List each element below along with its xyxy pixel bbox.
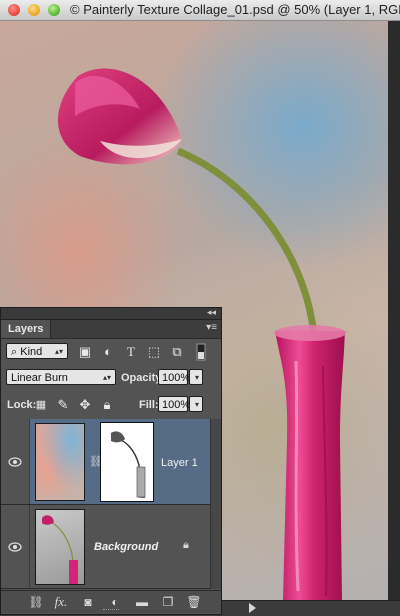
lock-label: Lock: [7, 399, 37, 411]
fx-icon[interactable]: fx. [53, 595, 69, 609]
panel-header-bar[interactable]: ◂◂ [1, 307, 221, 320]
delete-layer-icon[interactable]: 🗑︎ [186, 595, 202, 609]
adjustment-layer-icon[interactable]: ◐ [107, 595, 123, 609]
chevron-down-icon: ▾ [194, 373, 199, 382]
layers-scrollbar[interactable] [210, 419, 221, 589]
layers-panel: ◂◂ Layers ▾≡ ⌕ Kind ▴▾ ▣ ◐ T ⬚ ⧉ Linear … [0, 307, 222, 615]
search-icon: ⌕ [11, 346, 18, 358]
opacity-field[interactable]: 100% [158, 369, 191, 385]
layer-lock-icon: 🔒︎ [183, 539, 189, 551]
layers-panel-footer: ⛓︎ fx. ◙ ◐ ▬ ❐ 🗑︎ [1, 590, 221, 613]
chevron-updown-icon: ▴▾ [102, 373, 111, 382]
new-group-icon[interactable]: ▬ [134, 595, 150, 609]
blend-mode-value: Linear Burn [11, 372, 68, 384]
chevron-down-icon: ▾ [194, 400, 199, 409]
lock-image-icon[interactable]: ✎ [55, 397, 71, 413]
window-titlebar: © Painterly Texture Collage_01.psd @ 50%… [0, 0, 400, 21]
new-layer-icon[interactable]: ❐ [160, 595, 176, 609]
eye-icon[interactable] [8, 457, 22, 467]
kind-filter-select[interactable]: ⌕ Kind ▴▾ [6, 343, 68, 359]
adjustment-filter-icon[interactable]: ◐ [100, 344, 116, 360]
shape-filter-icon[interactable]: ⬚ [146, 344, 162, 360]
link-layers-icon[interactable]: ⛓︎ [28, 595, 44, 609]
chevron-updown-icon: ▴▾ [54, 347, 63, 356]
layer-row-layer-1[interactable]: ⛓︎ Layer 1 [1, 419, 211, 505]
tab-layers[interactable]: Layers [1, 320, 52, 338]
close-window-button[interactable] [8, 4, 20, 16]
image-filter-icon[interactable]: ▣ [77, 344, 93, 360]
smart-object-filter-icon[interactable]: ⧉ [169, 344, 185, 360]
document-title: © Painterly Texture Collage_01.psd @ 50%… [70, 2, 400, 17]
fill-value: 100% [162, 399, 191, 411]
layer-1-thumbnail[interactable] [35, 423, 85, 501]
filter-row: ⌕ Kind ▴▾ ▣ ◐ T ⬚ ⧉ [1, 341, 221, 363]
lock-all-icon[interactable]: 🔒︎ [99, 397, 115, 413]
fill-field[interactable]: 100% [158, 396, 191, 412]
layer-row-background[interactable]: Background 🔒︎ [1, 505, 211, 589]
opacity-value: 100% [162, 372, 191, 384]
fill-label: Fill: [139, 399, 159, 411]
blend-mode-select[interactable]: Linear Burn ▴▾ [6, 369, 116, 385]
zoom-window-button[interactable] [48, 4, 60, 16]
opacity-slider-button[interactable]: ▾ [189, 369, 203, 385]
background-thumbnail[interactable] [35, 509, 85, 585]
lock-row: Lock: ▦ ✎ ✥ 🔒︎ Fill: 100% ▾ [1, 394, 221, 416]
fill-slider-button[interactable]: ▾ [189, 396, 203, 412]
collapse-panel-icon[interactable]: ◂◂ [207, 307, 216, 318]
blend-row: Linear Burn ▴▾ Opacity: 100% ▾ [1, 367, 221, 389]
panel-menu-icon[interactable]: ▾≡ [206, 322, 217, 333]
lock-transparent-icon[interactable]: ▦ [33, 397, 49, 413]
vertical-scrollbar[interactable] [388, 21, 400, 601]
eye-icon[interactable] [8, 542, 22, 552]
type-filter-icon[interactable]: T [123, 344, 139, 360]
layer-name[interactable]: Layer 1 [161, 457, 198, 469]
minimize-window-button[interactable] [28, 4, 40, 16]
panel-tab-row: Layers ▾≡ [1, 320, 221, 339]
layer-1-mask-thumbnail[interactable] [100, 422, 154, 502]
kind-label: Kind [20, 346, 43, 358]
resize-grip-icon[interactable] [103, 609, 119, 613]
filter-toggle-icon[interactable] [193, 343, 209, 361]
lock-position-icon[interactable]: ✥ [77, 397, 93, 413]
layer-name[interactable]: Background [94, 541, 158, 553]
add-mask-icon[interactable]: ◙ [80, 595, 96, 609]
status-menu-arrow-icon[interactable] [249, 603, 256, 613]
